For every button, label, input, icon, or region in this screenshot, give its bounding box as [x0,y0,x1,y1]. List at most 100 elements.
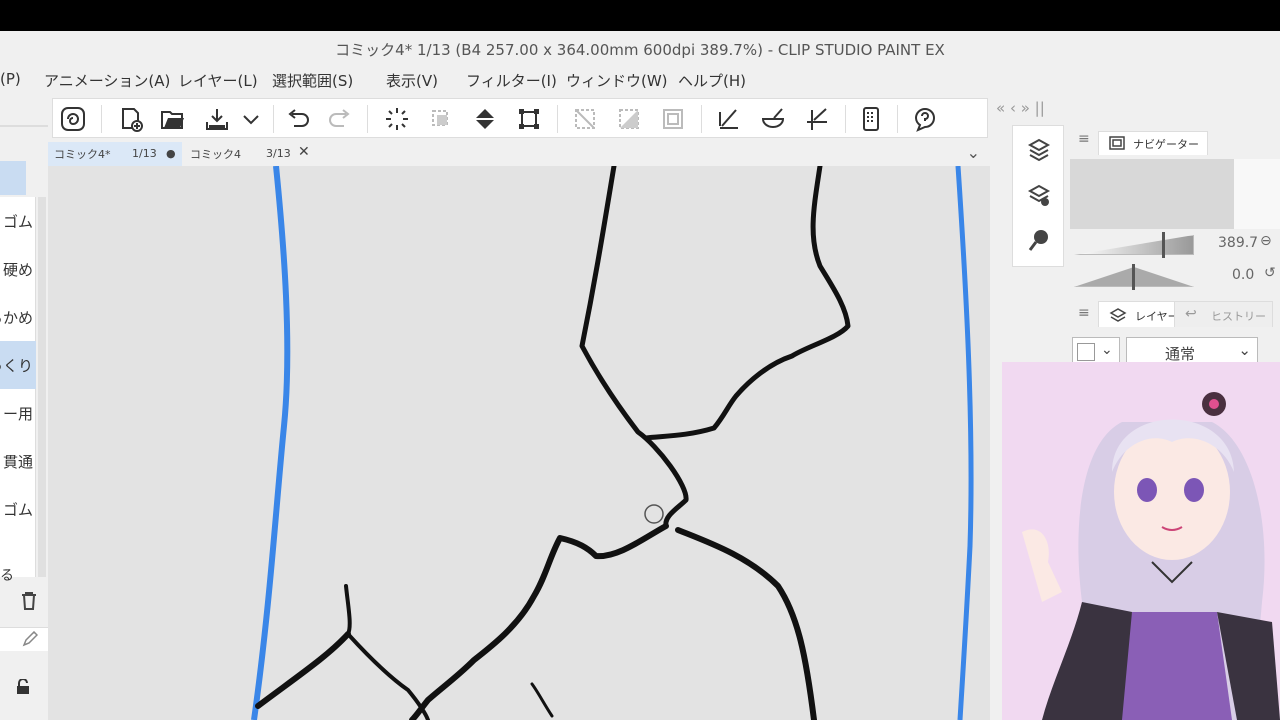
new-file-icon[interactable] [115,104,147,134]
layer-panel: ≡ レイヤー ↩ ヒストリー ⌄ 通常 ⌄ [1070,301,1280,367]
separator [367,105,368,133]
list-footer-label: る [0,568,14,584]
pen-icon[interactable] [22,630,39,651]
history-tab-label: ヒストリー [1211,310,1266,323]
avatar-illustration [1002,362,1280,720]
tab-page: 1/13 [132,147,157,160]
loading-icon[interactable] [381,104,413,134]
tab-comic4[interactable]: コミック4 3/13 ✕ [184,142,322,166]
tab-title: コミック4* [54,148,111,161]
document-tab-bar: コミック4* 1/13 ● コミック4 3/13 ✕ ⌄ [48,140,990,166]
scrollbar[interactable] [38,197,46,577]
tab-modified-dot: ● [166,147,176,160]
navigator-tab-label: ナビゲーター [1133,138,1199,151]
dock-collapse-controls[interactable]: « ‹ » || [990,95,1070,123]
undo-icon[interactable] [281,104,313,134]
menu-item-animation[interactable]: アニメーション(A) [44,70,170,91]
zoom-slider-thumb[interactable] [1162,232,1165,258]
list-item[interactable]: ゴム [0,197,36,245]
menu-item-selection[interactable]: 選択範囲(S) [272,70,353,91]
menu-item-filter[interactable]: フィルター(I) [466,70,557,91]
bowl-icon[interactable] [757,104,789,134]
tool-panel: ゴム 硬め らかめ ざっくり ー用 貫通 ゴム る [0,95,48,720]
ruler-guide-left [251,166,291,720]
menu-item-window[interactable]: ウィンドウ(W) [566,70,668,91]
command-bar-strip [52,98,988,138]
pen-ruler-icon[interactable] [713,104,745,134]
layer-icon [1109,308,1127,327]
drawing-canvas[interactable] [48,166,990,720]
command-bar [0,95,990,140]
sketch-lines [255,166,851,720]
export-icon[interactable] [201,104,233,134]
clear-selection-icon[interactable] [569,104,601,134]
rotate-reset-icon[interactable]: ↺ [1264,265,1276,281]
list-item[interactable]: 貫通 [0,437,36,485]
tab-comic4-modified[interactable]: コミック4* 1/13 ● [48,142,182,166]
ruler-icon[interactable] [801,104,833,134]
clip-studio-icon[interactable] [57,104,89,134]
history-icon: ↩ [1185,306,1197,322]
redo-icon[interactable] [325,104,357,134]
device-icon[interactable] [855,104,887,134]
menu-item-layer[interactable]: レイヤー(L) [178,70,258,91]
zoom-out-icon[interactable]: ⊖ [1260,233,1272,249]
navigator-icon [1109,136,1125,153]
separator [897,105,898,133]
dropdown-icon[interactable] [235,104,267,134]
separator [701,105,702,133]
ruler-guide-right [955,166,974,720]
panel-menu-icon[interactable]: ≡ [1078,131,1090,147]
trash-icon[interactable] [20,591,38,615]
chevron-down-icon: ⌄ [1101,342,1113,358]
border-icon[interactable] [657,104,689,134]
chevron-down-icon: ⌄ [1238,341,1251,359]
vtuber-avatar-overlay [1002,362,1280,720]
blend-mode-value: 通常 [1165,345,1196,363]
list-item[interactable]: ゴム [0,485,36,533]
material-icon[interactable] [1025,136,1053,164]
color-swatch [1077,343,1095,361]
tab-history[interactable]: ↩ ヒストリー [1174,301,1273,327]
menu-item-p[interactable]: (P) [0,70,21,88]
lock-icon[interactable] [16,678,30,699]
invert-selection-icon[interactable] [613,104,645,134]
open-file-icon[interactable] [157,104,189,134]
list-item-selected[interactable]: ざっくり [0,341,36,389]
rotation-value: 0.0 [1232,267,1255,283]
tab-layer[interactable]: レイヤー [1098,301,1186,327]
chevron-down-icon[interactable]: ⌄ [967,143,980,162]
transform-icon[interactable] [513,104,545,134]
brush-cursor [644,504,664,524]
help-icon[interactable] [909,104,941,134]
canvas-artwork [251,166,974,720]
tab-close-icon[interactable]: ✕ [298,144,310,160]
zoom-value: 389.7 [1218,235,1259,251]
rotation-slider-thumb[interactable] [1132,264,1135,290]
list-item[interactable]: らかめ [0,293,36,341]
separator [101,105,102,133]
property-row [0,627,48,651]
navigator-panel: ≡ ナビゲーター 389.7 ⊖ 0.0 ↺ [1070,125,1280,295]
brush-tip-icon[interactable] [1025,226,1053,254]
fill-icon[interactable] [469,104,501,134]
list-item[interactable]: ー用 [0,389,36,437]
navigator-preview[interactable] [1070,159,1280,229]
tool-selected-indicator[interactable] [0,161,26,195]
sub-tool-list: ゴム 硬め らかめ ざっくり ー用 貫通 ゴム [0,197,36,577]
zoom-slider[interactable] [1074,235,1194,255]
layer-search-icon[interactable] [1025,182,1053,210]
tab-navigator[interactable]: ナビゲーター [1098,131,1208,155]
window-title: コミック4* 1/13 (B4 257.00 x 364.00mm 600dpi… [335,41,945,59]
menu-item-help[interactable]: ヘルプ(H) [678,70,746,91]
select-icon[interactable] [425,104,457,134]
list-item[interactable]: 硬め [0,245,36,293]
separator [273,105,274,133]
menu-item-view[interactable]: 表示(V) [386,70,438,91]
title-bar: コミック4* 1/13 (B4 257.00 x 364.00mm 600dpi… [0,31,1280,65]
separator [845,105,846,133]
separator [557,105,558,133]
panel-menu-icon[interactable]: ≡ [1078,305,1090,321]
icon-dock [1012,125,1064,267]
layer-tab-label: レイヤー [1135,310,1179,323]
